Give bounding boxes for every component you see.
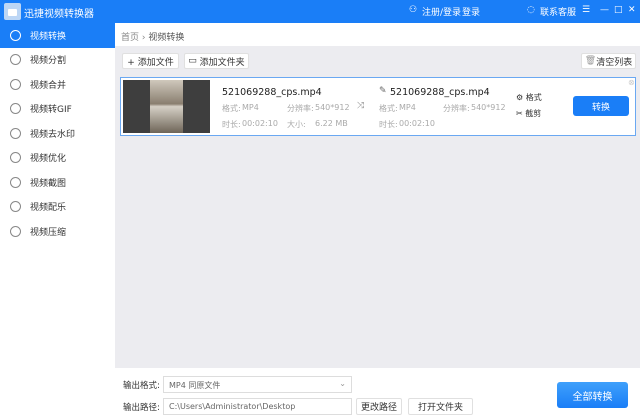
breadcrumb-home[interactable]: 首页 — [121, 33, 139, 43]
sidebar-item-optimize[interactable]: 视频优化 — [0, 146, 115, 171]
label: 添加文件夹 — [199, 57, 245, 68]
label: 视频去水印 — [30, 129, 76, 140]
output-path-label: 输出路径: — [123, 403, 160, 413]
convert-button[interactable]: 转换 — [573, 96, 629, 116]
duration-value: 00:02:10 — [242, 119, 278, 128]
maximize-icon[interactable]: □ — [614, 5, 623, 15]
output-format-label: 输出格式: — [123, 381, 160, 391]
split-icon — [10, 54, 21, 66]
breadcrumb-current: 视频转换 — [148, 33, 185, 43]
label: 时长: — [222, 120, 241, 129]
add-file-button[interactable]: + 添加文件 — [122, 53, 179, 69]
login-link[interactable]: 登录 — [462, 5, 480, 18]
label: 格式: — [379, 104, 398, 113]
label: 视频截图 — [30, 178, 67, 189]
output-duration-value: 00:02:10 — [399, 119, 435, 128]
output-file-name[interactable]: 521069288_cps.mp4 — [390, 87, 490, 98]
sidebar-item-gif[interactable]: 视频转GIF — [0, 97, 115, 122]
scissors-icon: ✂ — [516, 109, 526, 118]
watermark-icon — [10, 127, 21, 139]
screenshot-icon — [10, 176, 21, 188]
optimize-icon — [10, 152, 21, 164]
label: 视频压缩 — [30, 227, 67, 238]
output-resolution-value: 540*912 — [471, 103, 506, 112]
change-path-button[interactable]: 更改路径 — [356, 398, 402, 415]
cut-button[interactable]: ✂ 截剪 — [516, 108, 541, 119]
label: 清空列表 — [596, 57, 633, 68]
label: 视频转GIF — [30, 105, 72, 116]
support-link[interactable]: 联系客服 — [540, 5, 576, 18]
breadcrumb-sep: › — [141, 33, 146, 43]
chat-icon[interactable]: ◌ — [527, 5, 535, 15]
output-format-value: MP4 — [399, 103, 416, 112]
clear-list-button[interactable]: 🗑 清空列表 — [581, 53, 636, 69]
app-title: 迅捷视频转换器 — [24, 9, 94, 20]
label: 视频转换 — [30, 31, 67, 42]
gear-icon: ⚙ — [516, 93, 526, 102]
merge-icon — [10, 78, 21, 90]
label: 视频分割 — [30, 56, 67, 67]
label: 分辨率: — [443, 104, 470, 113]
output-settings-panel: 输出格式: MP4 同原文件 ⌄ 输出路径: C:\Users\Administr… — [115, 368, 640, 420]
label: 时长: — [379, 120, 398, 129]
convert-all-button[interactable]: 全部转换 — [557, 382, 628, 408]
file-name: 521069288_cps.mp4 — [222, 87, 322, 98]
sidebar-item-compress[interactable]: 视频压缩 — [0, 219, 115, 244]
value: MP4 同原文件 — [169, 381, 221, 390]
register-login-link[interactable]: 注册/登录 — [422, 5, 461, 18]
label: 视频合并 — [30, 80, 67, 91]
output-format-select[interactable]: MP4 同原文件 ⌄ — [163, 376, 352, 393]
open-folder-button[interactable]: 打开文件夹 — [408, 398, 473, 415]
size-value: 6.22 MB — [315, 119, 348, 128]
close-icon[interactable]: ✕ — [628, 5, 636, 15]
file-list-item[interactable]: 521069288_cps.mp4 格式: MP4 分辨率: 540*912 时… — [120, 77, 636, 136]
label: 大小: — [287, 120, 306, 129]
video-thumbnail — [123, 80, 210, 133]
label: 视频优化 — [30, 154, 67, 165]
trash-icon: 🗑 — [584, 56, 597, 66]
format-value: MP4 — [242, 103, 259, 112]
sidebar-item-convert[interactable]: 视频转换 — [0, 23, 115, 48]
sidebar-item-merge[interactable]: 视频合并 — [0, 72, 115, 97]
sidebar-item-screenshot[interactable]: 视频截图 — [0, 170, 115, 195]
format-settings-button[interactable]: ⚙ 格式 — [516, 92, 542, 103]
label: 视频配乐 — [30, 203, 67, 214]
remove-item-icon[interactable]: ⊗ — [628, 78, 635, 87]
label: 分辨率: — [287, 104, 314, 113]
label: 格式: — [222, 104, 241, 113]
sidebar-item-split[interactable]: 视频分割 — [0, 48, 115, 73]
add-folder-button[interactable]: ▭ 添加文件夹 — [184, 53, 249, 69]
title-bar: 迅捷视频转换器 ⚇ 注册/登录 登录 ◌ 联系客服 ☰ — □ ✕ — [0, 0, 640, 23]
resolution-value: 540*912 — [315, 103, 350, 112]
sidebar-item-watermark[interactable]: 视频去水印 — [0, 121, 115, 146]
sidebar: 视频转换 视频分割 视频合并 视频转GIF 视频去水印 视频优化 视频截图 视频… — [0, 23, 115, 420]
label: 截剪 — [525, 109, 542, 118]
convert-icon — [10, 29, 21, 41]
sidebar-item-music[interactable]: 视频配乐 — [0, 195, 115, 220]
compress-icon — [10, 225, 21, 237]
menu-icon[interactable]: ☰ — [582, 5, 590, 15]
label: 格式 — [525, 93, 542, 102]
app-logo-icon — [4, 3, 21, 20]
folder-icon: ▭ — [188, 56, 200, 66]
gif-icon — [10, 103, 21, 115]
breadcrumb: 首页 › 视频转换 — [115, 23, 640, 46]
music-icon — [10, 201, 21, 213]
output-path-input[interactable]: C:\Users\Administrator\Desktop — [163, 398, 352, 415]
edit-pencil-icon[interactable]: ✎ — [379, 86, 387, 96]
chevron-down-icon: ⌄ — [339, 379, 346, 388]
shuffle-arrow-icon: ⤨ — [357, 101, 365, 111]
user-icon[interactable]: ⚇ — [409, 5, 417, 15]
minimize-icon[interactable]: — — [600, 5, 609, 15]
